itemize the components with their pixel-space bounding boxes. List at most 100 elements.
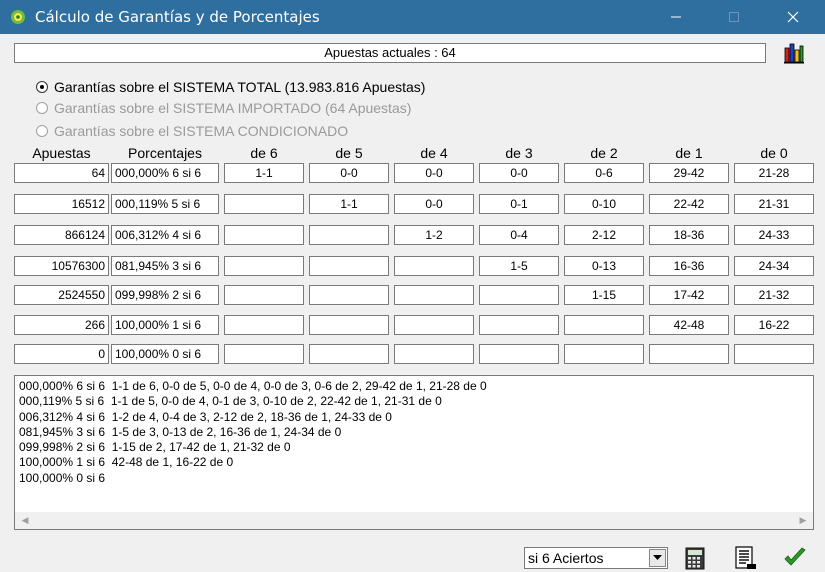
cell-de3: 0-4	[479, 225, 559, 245]
cell-apuestas: 2524550	[14, 285, 109, 305]
window-title: Cálculo de Garantías y de Porcentajes	[35, 8, 320, 26]
cell-de2: 2-12	[564, 225, 644, 245]
checkmark-icon[interactable]	[782, 545, 808, 571]
aciertos-select-value: si 6 Aciertos	[528, 550, 604, 566]
cell-porcentaje: 081,945% 3 si 6	[111, 256, 219, 276]
cell-de5: 0-0	[309, 163, 389, 183]
cell-apuestas: 266	[14, 315, 109, 335]
summary-line: 081,945% 3 si 6 1-5 de 3, 0-13 de 2, 16-…	[19, 424, 342, 439]
cell-de0	[734, 344, 814, 364]
cell-de1: 42-48	[649, 315, 729, 335]
cell-de1: 18-36	[649, 225, 729, 245]
cell-de5	[309, 256, 389, 276]
radio-sistema-total[interactable]: Garantías sobre el SISTEMA TOTAL (13.983…	[36, 78, 425, 96]
cell-de0: 21-32	[734, 285, 814, 305]
cell-de0: 24-33	[734, 225, 814, 245]
radio-sistema-importado: Garantías sobre el SISTEMA IMPORTADO (64…	[36, 99, 411, 117]
cell-de4: 1-2	[394, 225, 474, 245]
cell-porcentaje: 100,000% 1 si 6	[111, 315, 219, 335]
cell-de2: 1-15	[564, 285, 644, 305]
cell-de6	[224, 225, 304, 245]
radio-label-importado: Garantías sobre el SISTEMA IMPORTADO (64…	[54, 100, 412, 116]
calculator-icon[interactable]	[682, 545, 708, 571]
radio-button-checked[interactable]	[36, 81, 48, 93]
print-preview-icon[interactable]	[732, 545, 758, 571]
cell-apuestas: 866124	[14, 225, 109, 245]
bar-chart-icon[interactable]	[783, 40, 805, 64]
dropdown-button[interactable]	[649, 549, 666, 567]
minimize-button[interactable]	[653, 0, 699, 34]
radio-button-disabled	[36, 102, 48, 114]
summary-line: 100,000% 1 si 6 42-48 de 1, 16-22 de 0	[19, 455, 234, 470]
cell-de0: 21-28	[734, 163, 814, 183]
cell-de1: 29-42	[649, 163, 729, 183]
cell-de3	[479, 285, 559, 305]
cell-de6	[224, 194, 304, 214]
cell-de2	[564, 315, 644, 335]
cell-apuestas: 10576300	[14, 256, 109, 276]
header-de2: de 2	[590, 145, 618, 161]
cell-de4: 0-0	[394, 194, 474, 214]
cell-de1: 22-42	[649, 194, 729, 214]
summary-line: 006,312% 4 si 6 1-2 de 4, 0-4 de 3, 2-12…	[19, 409, 392, 424]
radio-label-condicionado: Garantías sobre el SISTEMA CONDICIONADO	[54, 123, 349, 139]
horizontal-scrollbar[interactable]: ◀ ▶	[15, 512, 813, 529]
scroll-left-icon[interactable]: ◀	[18, 514, 32, 527]
cell-de0: 24-34	[734, 256, 814, 276]
close-icon	[787, 11, 799, 23]
cell-de3: 1-5	[479, 256, 559, 276]
summary-line: 000,119% 5 si 6 1-1 de 5, 0-0 de 4, 0-1 …	[19, 394, 442, 409]
header-de0: de 0	[760, 145, 788, 161]
apuestas-actuales-field: Apuestas actuales : 64	[14, 43, 766, 63]
header-de4: de 4	[420, 145, 448, 161]
cell-de3	[479, 344, 559, 364]
cell-de6: 1-1	[224, 163, 304, 183]
cell-de1	[649, 344, 729, 364]
maximize-icon	[729, 12, 739, 22]
cell-de6	[224, 315, 304, 335]
header-porcentajes: Porcentajes	[128, 145, 202, 161]
cell-de5	[309, 344, 389, 364]
cell-de2: 0-13	[564, 256, 644, 276]
cell-porcentaje: 099,998% 2 si 6	[111, 285, 219, 305]
header-de5: de 5	[335, 145, 363, 161]
cell-apuestas: 16512	[14, 194, 109, 214]
cell-de3: 0-1	[479, 194, 559, 214]
header-de1: de 1	[675, 145, 703, 161]
minimize-icon	[671, 16, 681, 18]
header-de3: de 3	[505, 145, 533, 161]
cell-de3: 0-0	[479, 163, 559, 183]
header-apuestas: Apuestas	[32, 145, 91, 161]
radio-label-total: Garantías sobre el SISTEMA TOTAL (13.983…	[54, 79, 426, 95]
summary-line: 100,000% 0 si 6	[19, 470, 106, 485]
app-logo-icon	[11, 10, 25, 24]
cell-de4	[394, 256, 474, 276]
cell-de6	[224, 285, 304, 305]
chevron-down-icon	[653, 555, 662, 560]
header-de6: de 6	[250, 145, 278, 161]
cell-de6	[224, 344, 304, 364]
cell-de5	[309, 315, 389, 335]
cell-de5	[309, 285, 389, 305]
cell-apuestas: 64	[14, 163, 109, 183]
maximize-button	[711, 0, 757, 34]
cell-de0: 21-31	[734, 194, 814, 214]
scroll-right-icon[interactable]: ▶	[796, 514, 810, 527]
summary-line: 000,000% 6 si 6 1-1 de 6, 0-0 de 5, 0-0 …	[19, 379, 487, 393]
cell-de3	[479, 315, 559, 335]
aciertos-select[interactable]: si 6 Aciertos	[524, 547, 668, 569]
cell-de6	[224, 256, 304, 276]
cell-de4	[394, 315, 474, 335]
cell-de2: 0-10	[564, 194, 644, 214]
cell-de1: 16-36	[649, 256, 729, 276]
summary-text-area[interactable]: 000,000% 6 si 6 1-1 de 6, 0-0 de 5, 0-0 …	[14, 375, 814, 530]
cell-porcentaje: 000,119% 5 si 6	[111, 194, 219, 214]
cell-de5: 1-1	[309, 194, 389, 214]
radio-button-disabled	[36, 125, 48, 137]
cell-de4	[394, 344, 474, 364]
summary-lines: 000,000% 6 si 6 1-1 de 6, 0-0 de 5, 0-0 …	[19, 379, 487, 486]
close-button[interactable]	[770, 0, 816, 34]
title-bar: Cálculo de Garantías y de Porcentajes	[0, 0, 825, 34]
cell-porcentaje: 100,000% 0 si 6	[111, 344, 219, 364]
summary-line: 099,998% 2 si 6 1-15 de 2, 17-42 de 1, 2…	[19, 440, 291, 455]
